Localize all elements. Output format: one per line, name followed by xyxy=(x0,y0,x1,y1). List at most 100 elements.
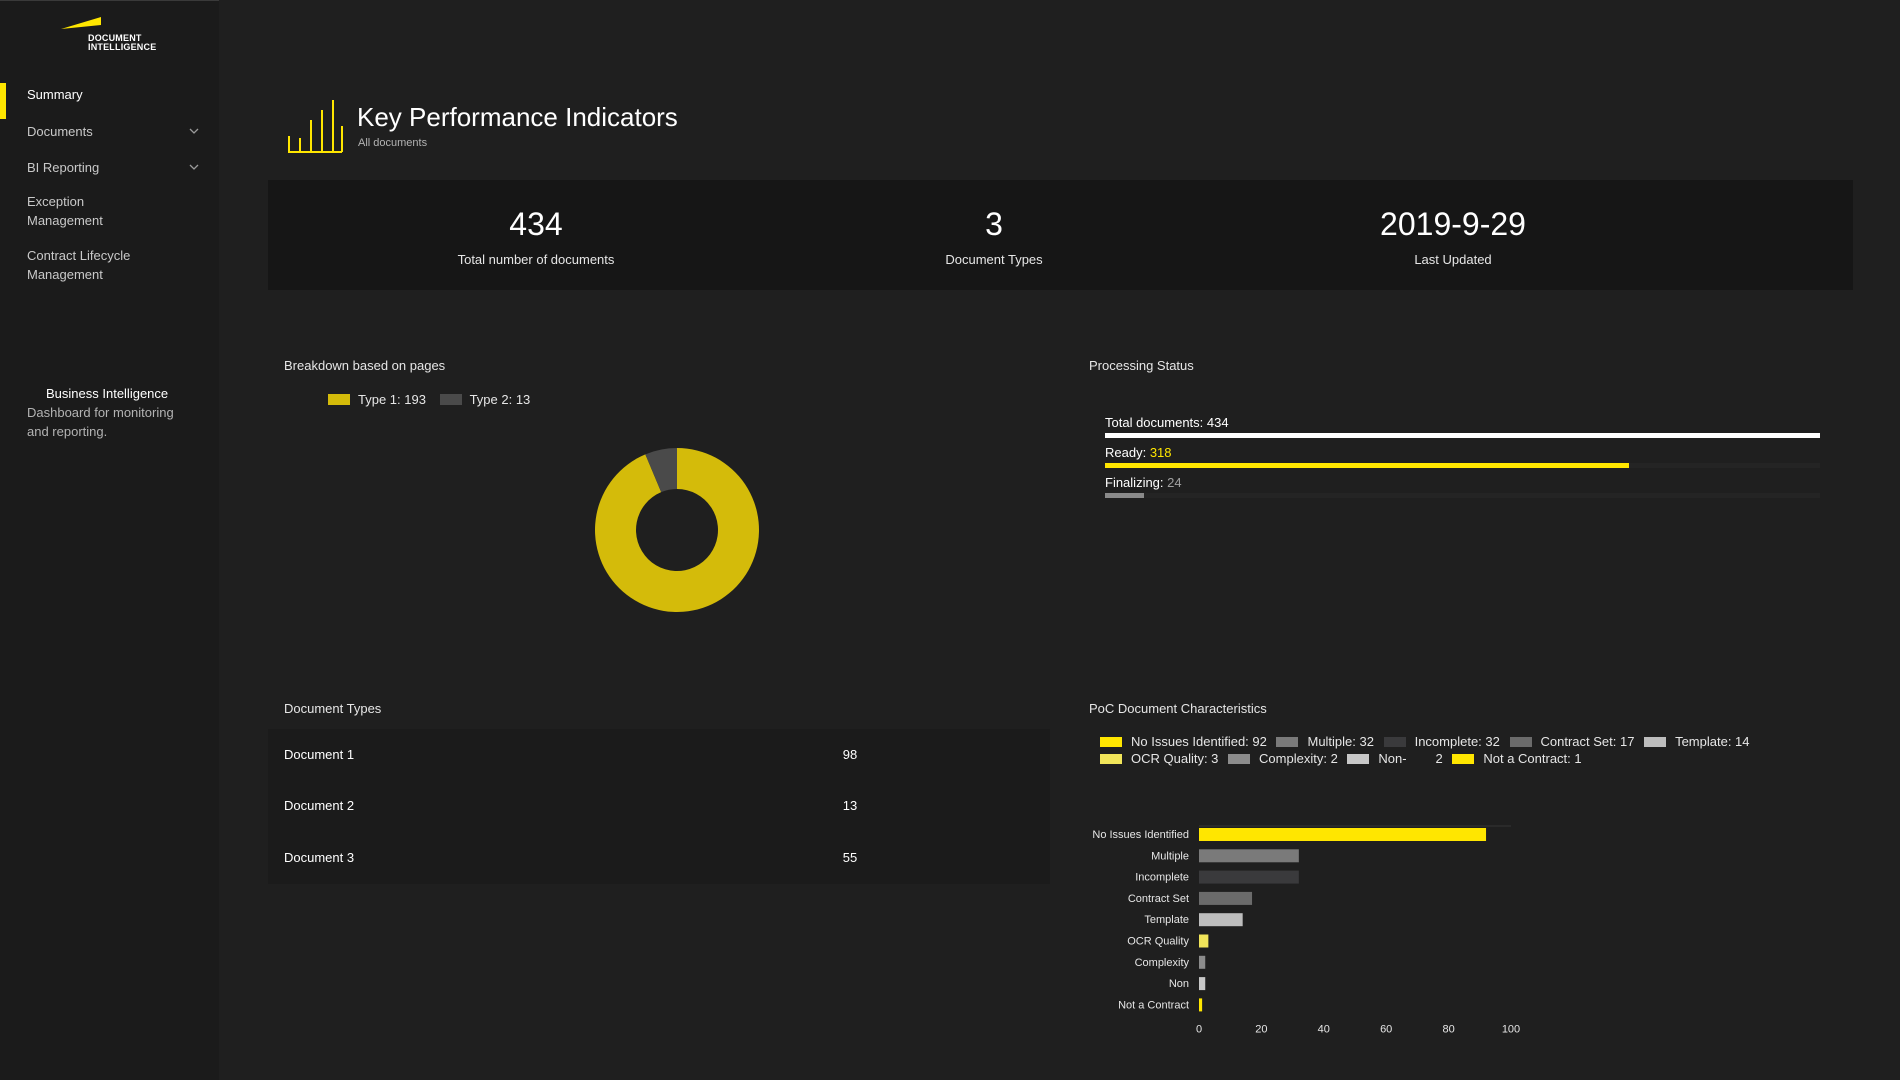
legend-item[interactable]: Not a Contract: 1 xyxy=(1452,750,1582,767)
stat-label: Last Updated xyxy=(1414,252,1492,267)
logo-line-2: INTELLIGENCE xyxy=(88,42,157,52)
processing-status: Total documents: 434 Ready: 318 Finalizi… xyxy=(1105,415,1820,505)
sidebar-item-exception-management[interactable]: Exception Management xyxy=(0,192,140,230)
legend-label: No Issues Identified: 92 xyxy=(1131,734,1267,749)
bar-category-label: Incomplete xyxy=(1135,872,1189,884)
sidebar-item-label: Documents xyxy=(27,124,93,139)
bar-category-label: Not a Contract xyxy=(1118,999,1189,1011)
legend-swatch xyxy=(1228,754,1251,764)
table-row[interactable]: Document 1 98 xyxy=(268,729,1050,780)
bar-no-issues-identified[interactable] xyxy=(1199,828,1487,841)
legend-swatch xyxy=(1383,737,1406,747)
bar-not-a-contract[interactable] xyxy=(1199,998,1203,1012)
processing-total-track xyxy=(1105,433,1820,438)
poc-legend: No Issues Identified: 92 Multiple: 32 In… xyxy=(1100,733,1820,767)
processing-total-bar xyxy=(1105,433,1820,438)
bar-complexity[interactable] xyxy=(1199,955,1206,969)
document-name: Document 3 xyxy=(284,850,355,865)
stat-total-documents: 434 Total number of documents xyxy=(386,206,686,267)
bi-description: Dashboard for monitoring and reporting. xyxy=(27,405,174,439)
legend-item[interactable]: Complexity: 2 xyxy=(1228,750,1338,767)
poc-title: PoC Document Characteristics xyxy=(1089,701,1267,716)
processing-ready-track xyxy=(1105,463,1820,468)
sidebar-item-bi-reporting[interactable]: BI Reporting xyxy=(0,158,219,177)
legend-label: OCR Quality: 3 xyxy=(1131,751,1219,766)
legend-swatch xyxy=(1100,754,1122,764)
app-logo[interactable]: DOCUMENT INTELLIGENCE xyxy=(61,15,171,55)
x-tick-label: 80 xyxy=(1442,1024,1454,1036)
stat-value: 434 xyxy=(509,206,563,242)
processing-finalizing-value: 24 xyxy=(1167,475,1182,490)
sidebar-item-documents[interactable]: Documents xyxy=(0,122,219,141)
legend-item-type-1[interactable]: Type 1: 193 xyxy=(328,392,426,407)
table-row[interactable]: Document 2 13 xyxy=(268,780,1050,831)
plot-top-rule xyxy=(1199,825,1511,827)
legend-item[interactable]: Non- 2 xyxy=(1347,750,1443,767)
bar-contract-set[interactable] xyxy=(1199,891,1253,905)
x-tick-label: 20 xyxy=(1255,1024,1267,1036)
legend-label: Type 2: 13 xyxy=(469,392,531,407)
legend-swatch xyxy=(1347,754,1370,764)
stat-last-updated: 2019-9-29 Last Updated xyxy=(1303,206,1603,267)
legend-item[interactable]: Multiple: 32 xyxy=(1276,733,1374,750)
sidebar-item-label: BI Reporting xyxy=(27,160,100,175)
bar-template[interactable] xyxy=(1199,913,1243,927)
table-row[interactable]: Document 3 55 xyxy=(268,832,1050,883)
legend-item[interactable]: No Issues Identified: 92 xyxy=(1100,733,1267,750)
legend-item-type-2[interactable]: Type 2: 13 xyxy=(439,392,531,407)
bar-category-label: Non xyxy=(1169,978,1189,990)
stat-label: Document Types xyxy=(945,252,1043,267)
processing-finalizing-row: Finalizing: 24 xyxy=(1105,475,1820,505)
stats-banner: 434 Total number of documents 3 Document… xyxy=(268,180,1853,290)
processing-finalizing-track xyxy=(1105,493,1820,498)
breakdown-title: Breakdown based on pages xyxy=(284,358,446,373)
processing-ready-bar xyxy=(1105,463,1630,468)
page-title: Key Performance Indicators xyxy=(357,102,678,132)
sidebar: DOCUMENT INTELLIGENCE Summary Documents … xyxy=(0,0,219,1080)
legend-item[interactable]: Incomplete: 32 xyxy=(1383,733,1500,750)
bar-multiple[interactable] xyxy=(1199,849,1299,863)
legend-label: Complexity: 2 xyxy=(1259,751,1338,766)
processing-ready-value: 318 xyxy=(1149,445,1172,460)
logo-beam-icon xyxy=(61,17,101,29)
processing-title: Processing Status xyxy=(1089,358,1194,373)
legend-label: Type 1: 193 xyxy=(358,392,426,407)
processing-finalizing-bar xyxy=(1105,493,1145,498)
bi-title: Business Intelligence xyxy=(46,386,169,401)
legend-item[interactable]: OCR Quality: 3 xyxy=(1100,750,1218,767)
page-subtitle: All documents xyxy=(358,137,428,149)
chevron-down-icon xyxy=(189,128,199,134)
bar-non[interactable] xyxy=(1199,977,1206,991)
document-types-table: Document 1 98 Document 2 13 Document 3 5… xyxy=(268,729,1050,884)
bar-incomplete[interactable] xyxy=(1199,870,1299,884)
breakdown-donut-chart xyxy=(595,448,759,612)
sidebar-item-label: Summary xyxy=(27,87,83,102)
document-types-title: Document Types xyxy=(284,701,382,716)
bar-ocr-quality[interactable] xyxy=(1199,934,1209,948)
document-count: 98 xyxy=(842,747,858,762)
x-tick-label: 100 xyxy=(1502,1024,1520,1036)
stat-value: 2019-9-29 xyxy=(1380,206,1526,242)
legend-swatch xyxy=(1644,737,1667,747)
x-tick-label: 0 xyxy=(1196,1024,1202,1036)
processing-total-row: Total documents: 434 xyxy=(1105,415,1820,445)
document-count: 13 xyxy=(842,798,858,813)
chevron-down-icon xyxy=(189,164,199,170)
legend-label: Template: 14 xyxy=(1675,734,1750,749)
processing-finalizing-label: Finalizing: 24 xyxy=(1105,475,1182,490)
legend-swatch xyxy=(1100,737,1122,747)
sidebar-item-summary[interactable]: Summary xyxy=(0,83,219,119)
stat-label: Total number of documents xyxy=(457,252,615,267)
legend-swatch xyxy=(328,394,350,405)
bar-category-label: Contract Set xyxy=(1128,893,1189,905)
legend-item[interactable]: Contract Set: 17 xyxy=(1509,733,1635,750)
legend-label: Multiple: 32 xyxy=(1307,734,1374,749)
document-name: Document 2 xyxy=(284,798,355,813)
legend-label: Contract Set: 17 xyxy=(1540,734,1635,749)
document-count: 55 xyxy=(842,850,858,865)
poc-bar-chart: No Issues Identified Multiple Incomplete Co… xyxy=(1092,825,1520,1036)
bi-info-box: Business Intelligence Dashboard for moni… xyxy=(27,384,187,441)
legend-item[interactable]: Template: 14 xyxy=(1644,733,1750,750)
sidebar-item-contract-lifecycle[interactable]: Contract Lifecycle Management xyxy=(0,246,150,284)
bar-chart-icon xyxy=(288,100,343,153)
